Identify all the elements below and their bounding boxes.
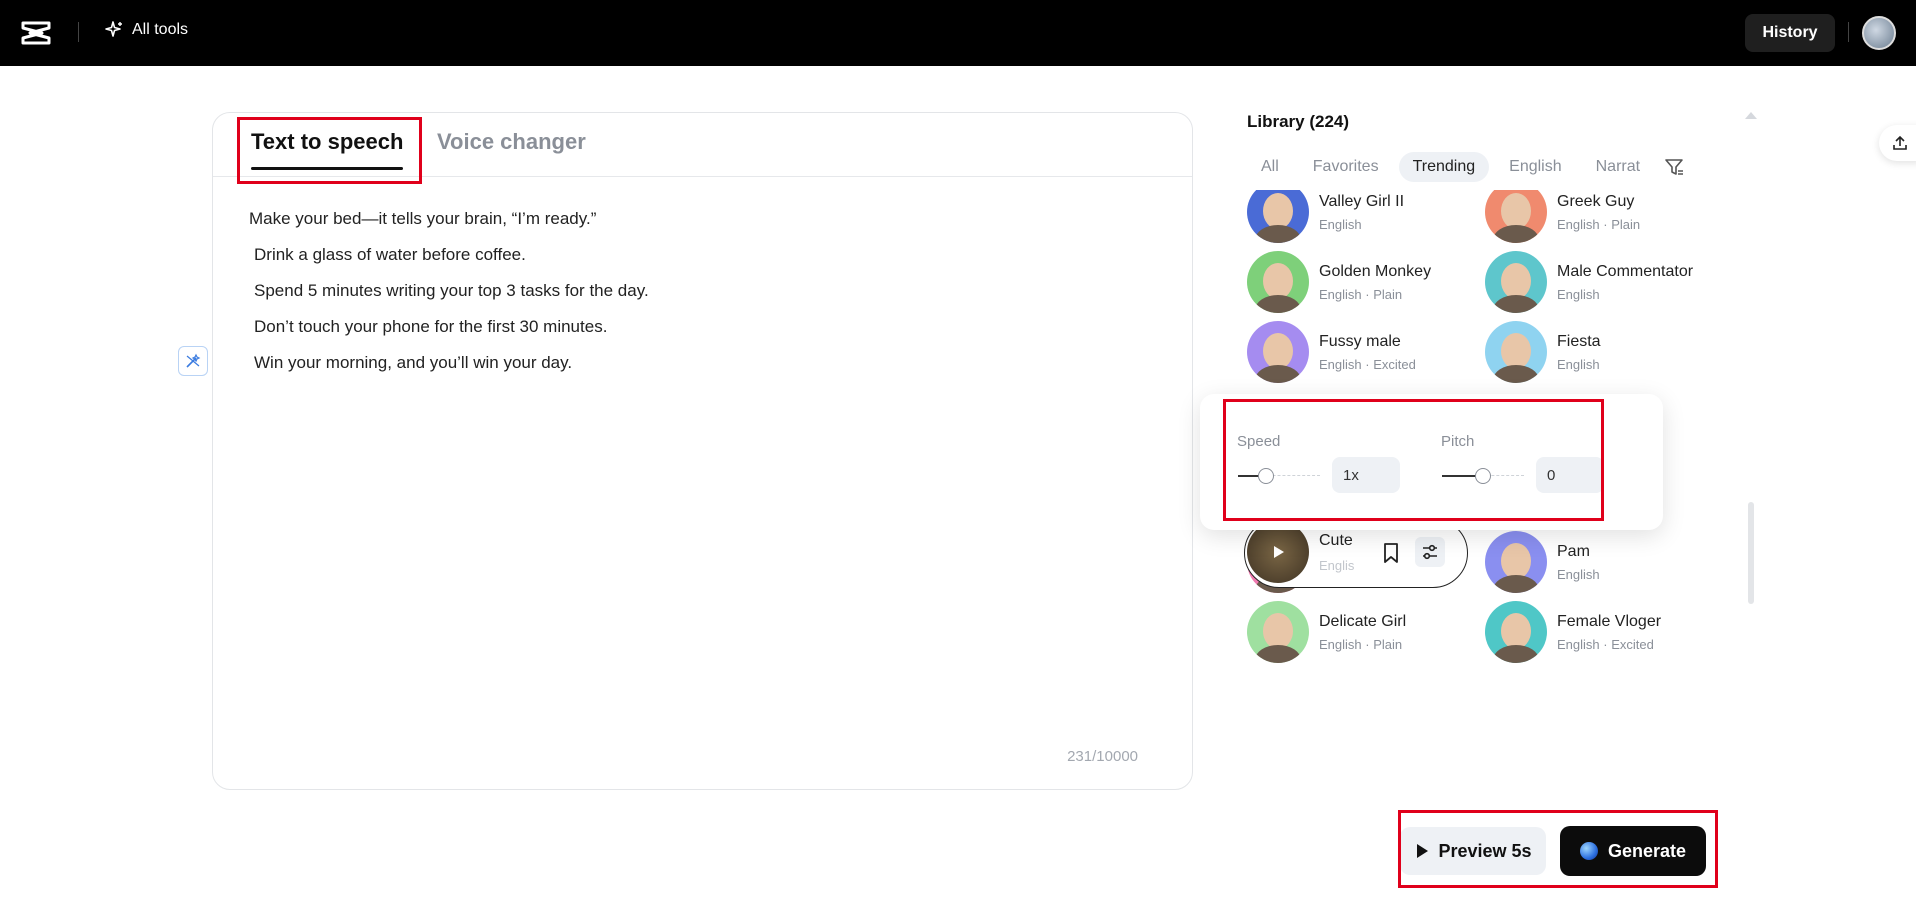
- voice-meta: English: [1319, 216, 1362, 232]
- voice-avatar: [1485, 321, 1547, 383]
- filter-icon[interactable]: [1663, 156, 1685, 178]
- voice-name: Pam: [1557, 542, 1590, 560]
- filter-favorites[interactable]: Favorites: [1299, 152, 1393, 182]
- generate-orb-icon: [1579, 842, 1598, 860]
- voice-item[interactable]: Delicate Girl English · Plain: [1247, 598, 1477, 666]
- voice-avatar: [1485, 251, 1547, 313]
- topbar-divider: [78, 22, 79, 42]
- sliders-icon: [1423, 544, 1437, 560]
- filter-narration[interactable]: Narrat: [1582, 152, 1654, 182]
- filter-english[interactable]: English: [1495, 152, 1575, 182]
- voice-item[interactable]: Valley Girl II English: [1247, 190, 1477, 246]
- character-count: 231/10000: [1067, 748, 1138, 765]
- script-line: Don’t touch your phone for the first 30 …: [254, 317, 608, 336]
- user-avatar[interactable]: [1862, 16, 1896, 50]
- all-tools-button[interactable]: All tools: [104, 20, 188, 40]
- voice-name: Greek Guy: [1557, 192, 1635, 210]
- script-line: Spend 5 minutes writing your top 3 tasks…: [254, 281, 649, 300]
- voice-avatar: [1247, 601, 1309, 663]
- generate-label: Generate: [1607, 840, 1687, 861]
- preview-button[interactable]: Preview 5s: [1400, 827, 1546, 875]
- generate-button[interactable]: Generate: [1560, 826, 1706, 876]
- voice-meta: English · Excited: [1319, 356, 1416, 372]
- voice-meta: English · Excited: [1557, 636, 1654, 652]
- voice-name: Valley Girl II: [1319, 192, 1405, 210]
- voice-item[interactable]: Golden Monkey English · Plain: [1247, 248, 1477, 316]
- voice-meta: English · Plain: [1319, 286, 1403, 302]
- voice-meta: English: [1557, 286, 1600, 302]
- capcut-logo-icon[interactable]: [20, 19, 52, 47]
- speed-slider[interactable]: [1238, 466, 1320, 486]
- voice-name: Golden Monkey: [1319, 262, 1432, 280]
- magic-edit-button[interactable]: [178, 346, 208, 376]
- pitch-slider-knob[interactable]: [1475, 468, 1491, 484]
- voice-meta: English: [1557, 356, 1600, 372]
- speed-slider-knob[interactable]: [1257, 468, 1274, 484]
- all-tools-label: All tools: [132, 21, 189, 38]
- script-line: Win your morning, and you’ll win your da…: [254, 353, 573, 372]
- preview-label: Preview 5s: [1438, 840, 1532, 861]
- pitch-slider[interactable]: [1442, 466, 1524, 486]
- library-filters: All Favorites Trending English Narrat: [1247, 150, 1677, 184]
- voice-meta: English · Plain: [1319, 636, 1403, 652]
- voice-avatar: [1247, 251, 1309, 313]
- side-upload-button[interactable]: [1879, 125, 1916, 161]
- pitch-input[interactable]: 0: [1536, 457, 1604, 493]
- bookmark-icon[interactable]: [1378, 540, 1404, 566]
- selected-voice-name: Cute: [1319, 532, 1353, 549]
- tab-voice-changer[interactable]: Voice changer: [437, 129, 586, 155]
- voice-item[interactable]: Female Vloger English · Excited: [1485, 598, 1715, 666]
- voice-item[interactable]: Pam English: [1485, 528, 1715, 596]
- voice-name: Fussy male: [1319, 332, 1401, 350]
- top-bar: All tools History: [0, 0, 1916, 66]
- voice-name: Male Commentator: [1557, 262, 1694, 280]
- filter-all[interactable]: All: [1247, 152, 1293, 182]
- voice-play-button[interactable]: [1247, 521, 1309, 583]
- voice-avatar: [1485, 531, 1547, 593]
- sparkle-icon: [105, 21, 122, 37]
- library-title: Library (224): [1247, 112, 1350, 131]
- upload-icon: [1893, 135, 1907, 150]
- speed-input[interactable]: 1x: [1332, 457, 1400, 493]
- voice-avatar: [1247, 190, 1309, 243]
- voice-item[interactable]: Greek Guy English · Plain: [1485, 190, 1715, 246]
- topbar-divider-right: [1848, 22, 1849, 42]
- library-scrollbar[interactable]: [1748, 502, 1754, 604]
- filter-trending[interactable]: Trending: [1398, 152, 1490, 182]
- voice-item[interactable]: Fiesta English: [1485, 318, 1715, 386]
- tab-text-to-speech[interactable]: Text to speech: [251, 129, 404, 170]
- voice-avatar: [1485, 601, 1547, 663]
- voice-item[interactable]: Male Commentator English: [1485, 248, 1715, 316]
- history-button[interactable]: History: [1745, 14, 1835, 52]
- pitch-label: Pitch: [1441, 433, 1475, 450]
- voice-name: Fiesta: [1557, 332, 1601, 350]
- play-icon: [1274, 546, 1284, 558]
- voice-item[interactable]: Fussy male English · Excited: [1247, 318, 1477, 386]
- selected-voice-meta: Englis: [1319, 558, 1355, 573]
- script-line: Make your bed—it tells your brain, “I’m …: [249, 209, 597, 228]
- voice-avatar: [1247, 321, 1309, 383]
- mode-tabs: Text to speech Voice changer: [213, 113, 1192, 177]
- text-editor-panel: Text to speech Voice changer Make your b…: [212, 112, 1193, 790]
- scroll-up-arrow-icon[interactable]: [1745, 112, 1757, 119]
- voice-name: Delicate Girl: [1319, 612, 1407, 630]
- voice-settings-button[interactable]: [1415, 537, 1445, 567]
- voice-meta: English: [1557, 566, 1600, 582]
- magic-wand-icon: [186, 353, 201, 368]
- script-line: Drink a glass of water before coffee.: [254, 245, 526, 264]
- script-text-area[interactable]: Make your bed—it tells your brain, “I’m …: [249, 201, 649, 381]
- voice-avatar: [1485, 190, 1547, 243]
- speed-label: Speed: [1237, 433, 1281, 450]
- voice-meta: English · Plain: [1557, 216, 1641, 232]
- play-icon: [1417, 844, 1429, 858]
- voice-name: Female Vloger: [1557, 612, 1662, 630]
